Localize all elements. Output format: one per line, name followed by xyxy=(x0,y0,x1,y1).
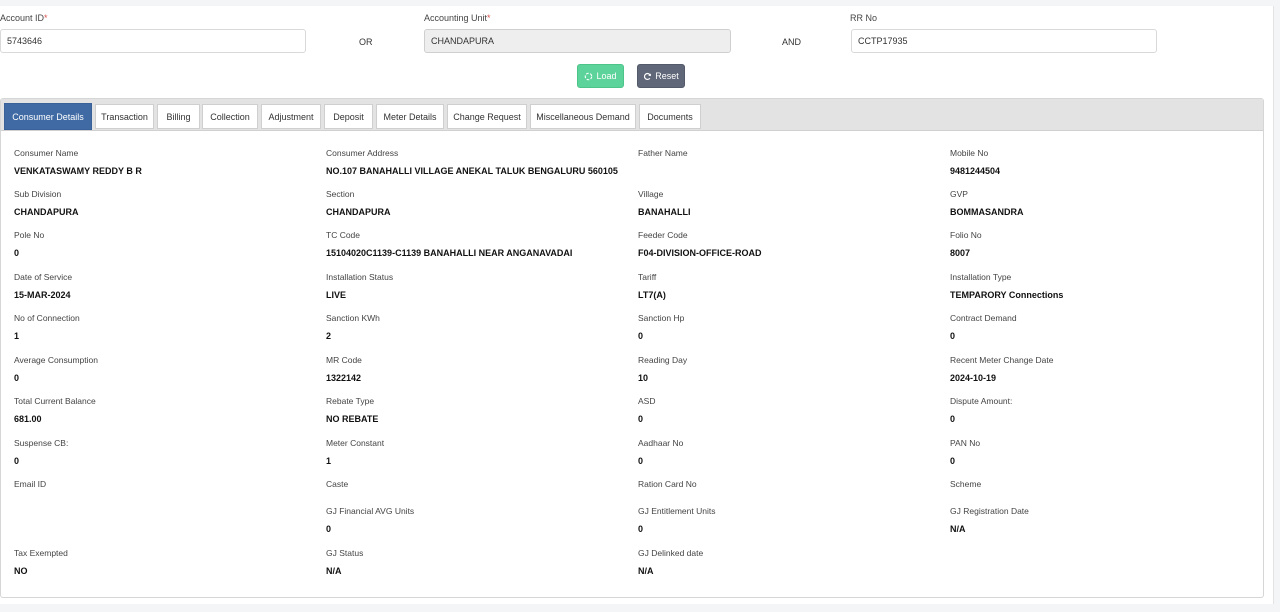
page-card: Account ID* 5743646 OR Accounting Unit* … xyxy=(0,6,1274,604)
field-consumer-name: Consumer Name VENKATASWAMY REDDY B R xyxy=(14,148,142,176)
rr-no-label: RR No xyxy=(850,13,878,23)
field-installation-type: Installation Type TEMPARORY Connections xyxy=(950,272,1064,300)
field-dispute-amount: Dispute Amount: 0 xyxy=(950,396,1013,424)
tab-transaction[interactable]: Transaction xyxy=(95,104,154,129)
field-gj-status: GJ Status N/A xyxy=(326,548,364,576)
rr-no-input[interactable]: CCTP17935 xyxy=(851,29,1157,53)
field-email-id: Email ID xyxy=(14,479,47,489)
consumer-details-panel: Consumer Details Transaction Billing Col… xyxy=(0,98,1264,598)
load-button[interactable]: Load xyxy=(577,64,624,88)
field-pan-no: PAN No 0 xyxy=(950,438,981,466)
field-gj-entitlement-units: GJ Entitlement Units 0 xyxy=(638,506,716,534)
and-connector: AND xyxy=(782,37,802,47)
tab-documents[interactable]: Documents xyxy=(639,104,701,129)
field-mr-code: MR Code 1322142 xyxy=(326,355,362,383)
accounting-unit-input[interactable]: CHANDAPURA xyxy=(424,29,731,53)
reset-label: Reset xyxy=(655,71,679,81)
field-aadhaar-no: Aadhaar No 0 xyxy=(638,438,684,466)
reset-button[interactable]: Reset xyxy=(637,64,685,88)
field-consumer-address: Consumer Address NO.107 BANAHALLI VILLAGE… xyxy=(326,148,618,176)
field-installation-status: Installation Status LIVE xyxy=(326,272,394,300)
field-sub-division: Sub Division CHANDAPURA xyxy=(14,189,79,217)
spinner-icon xyxy=(585,72,593,80)
tab-meter-details[interactable]: Meter Details xyxy=(376,104,444,129)
field-caste: Caste xyxy=(326,479,349,489)
account-id-label: Account ID* xyxy=(0,13,48,23)
field-contract-demand: Contract Demand 0 xyxy=(950,313,1017,341)
tab-bar: Consumer Details Transaction Billing Col… xyxy=(1,99,1263,131)
refresh-icon xyxy=(644,72,652,80)
field-gvp: GVP BOMMASANDRA xyxy=(950,189,1024,217)
field-reading-day: Reading Day 10 xyxy=(638,355,688,383)
field-average-consumption: Average Consumption 0 xyxy=(14,355,98,383)
field-tax-exempted: Tax Exempted NO xyxy=(14,548,68,576)
field-rebate-type: Rebate Type NO REBATE xyxy=(326,396,379,424)
field-date-of-service: Date of Service 15-MAR-2024 xyxy=(14,272,73,300)
tab-change-request[interactable]: Change Request xyxy=(447,104,527,129)
field-father-name: Father Name xyxy=(638,148,688,158)
field-suspense-cb: Suspense CB: 0 xyxy=(14,438,69,466)
field-total-current-balance: Total Current Balance 681.00 xyxy=(14,396,96,424)
field-sanction-hp: Sanction Hp 0 xyxy=(638,313,685,341)
field-recent-meter-change-date: Recent Meter Change Date 2024-10-19 xyxy=(950,355,1054,383)
load-label: Load xyxy=(596,71,617,81)
field-tc-code: TC Code 15104020C1139-C1139 BANAHALLI NEA… xyxy=(326,230,573,258)
field-scheme: Scheme xyxy=(950,479,982,489)
account-id-input[interactable]: 5743646 xyxy=(0,29,306,53)
field-gj-financial-avg-units: GJ Financial AVG Units 0 xyxy=(326,506,415,534)
tab-collection[interactable]: Collection xyxy=(202,104,258,129)
field-no-of-connection: No of Connection 1 xyxy=(14,313,80,341)
field-mobile-no: Mobile No 9481244504 xyxy=(950,148,1001,176)
tab-adjustment[interactable]: Adjustment xyxy=(261,104,321,129)
tab-miscellaneous-demand[interactable]: Miscellaneous Demand xyxy=(530,104,636,129)
or-connector: OR xyxy=(359,37,373,47)
field-village: Village BANAHALLI xyxy=(638,189,691,217)
field-gj-delinked-date: GJ Delinked date N/A xyxy=(638,548,704,576)
field-pole-no: Pole No 0 xyxy=(14,230,45,258)
tab-billing[interactable]: Billing xyxy=(157,104,200,129)
field-meter-constant: Meter Constant 1 xyxy=(326,438,385,466)
field-folio-no: Folio No 8007 xyxy=(950,230,982,258)
field-gj-registration-date: GJ Registration Date N/A xyxy=(950,506,1029,534)
field-ration-card-no: Ration Card No xyxy=(638,479,697,489)
field-asd: ASD 0 xyxy=(638,396,656,424)
tab-deposit[interactable]: Deposit xyxy=(324,104,373,129)
accounting-unit-label: Accounting Unit* xyxy=(424,13,491,23)
field-section: Section CHANDAPURA xyxy=(326,189,391,217)
field-feeder-code: Feeder Code F04-DIVISION-OFFICE-ROAD xyxy=(638,230,762,258)
field-sanction-kwh: Sanction KWh 2 xyxy=(326,313,380,341)
tab-consumer-details[interactable]: Consumer Details xyxy=(4,103,92,130)
field-tariff: Tariff LT7(A) xyxy=(638,272,666,300)
